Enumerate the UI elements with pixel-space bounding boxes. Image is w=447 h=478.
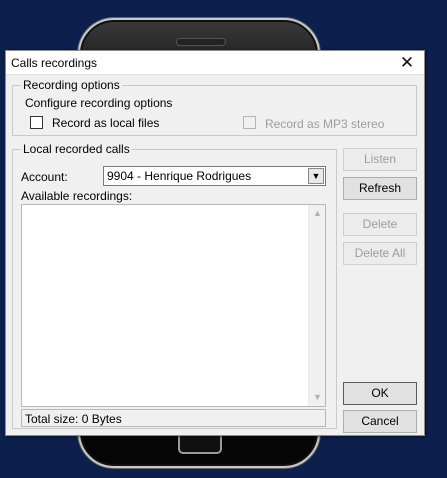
local-recorded-calls-group: Local recorded calls Account: 9904 - Hen…	[12, 142, 337, 429]
delete-button[interactable]: Delete	[343, 213, 417, 236]
delete-all-button[interactable]: Delete All	[343, 242, 417, 265]
record-mp3-checkbox[interactable]	[243, 116, 256, 129]
record-local-label[interactable]: Record as local files	[52, 116, 159, 130]
dialog-title: Calls recordings	[11, 56, 98, 70]
recording-options-label: Recording options	[21, 78, 122, 92]
phone-speaker	[176, 38, 226, 46]
close-icon[interactable]: ✕	[394, 52, 420, 74]
dialog-titlebar[interactable]: Calls recordings ✕	[6, 51, 424, 75]
cancel-button[interactable]: Cancel	[343, 410, 417, 433]
scroll-up-icon[interactable]: ▲	[309, 205, 326, 222]
recording-options-group: Recording options Configure recording op…	[12, 78, 417, 136]
listen-button[interactable]: Listen	[343, 148, 417, 171]
account-label: Account:	[21, 170, 68, 184]
total-size-text: Total size: 0 Bytes	[25, 412, 122, 426]
local-recorded-calls-label: Local recorded calls	[21, 142, 132, 156]
account-select[interactable]: 9904 - Henrique Rodrigues ▼	[103, 166, 326, 186]
recordings-list[interactable]: ▲ ▼	[21, 204, 326, 407]
account-value: 9904 - Henrique Rodrigues	[107, 169, 252, 183]
record-mp3-label: Record as MP3 stereo	[265, 117, 385, 131]
configure-recording-label: Configure recording options	[25, 96, 173, 110]
refresh-button[interactable]: Refresh	[343, 177, 417, 200]
chevron-down-icon[interactable]: ▼	[308, 168, 324, 184]
recordings-scrollbar[interactable]: ▲ ▼	[308, 205, 325, 406]
record-local-checkbox[interactable]	[30, 116, 43, 129]
total-size-status: Total size: 0 Bytes	[21, 409, 326, 427]
ok-button[interactable]: OK	[343, 382, 417, 405]
scroll-down-icon[interactable]: ▼	[309, 389, 326, 406]
available-recordings-label: Available recordings:	[21, 189, 133, 203]
calls-recordings-dialog: Calls recordings ✕ Recording options Con…	[5, 50, 425, 436]
